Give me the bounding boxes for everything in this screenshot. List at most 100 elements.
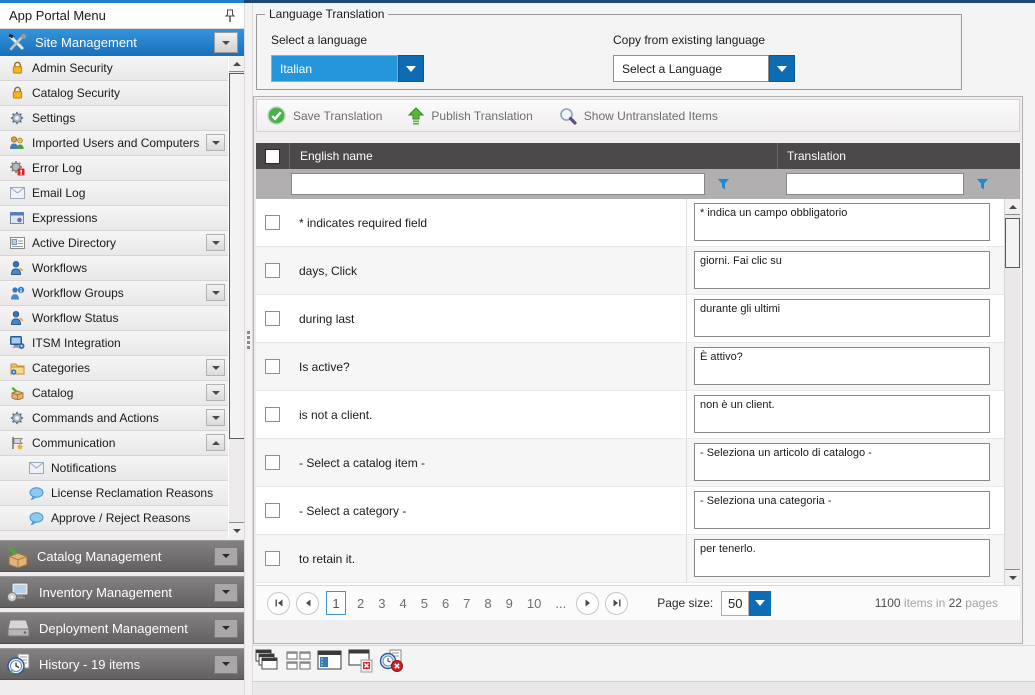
- publish-translation-button[interactable]: Publish Translation: [408, 107, 532, 125]
- save-translation-button[interactable]: Save Translation: [267, 106, 382, 125]
- tile-windows-icon[interactable]: [286, 649, 312, 673]
- last-page-button[interactable]: [605, 592, 628, 615]
- filter-funnel-icon[interactable]: [717, 178, 730, 191]
- chevron-down-icon[interactable]: [206, 409, 225, 426]
- sidebar-item-admin-security[interactable]: Admin Security: [0, 56, 228, 81]
- chevron-down-icon[interactable]: [206, 134, 225, 151]
- scroll-down-icon[interactable]: [1005, 569, 1020, 585]
- sidebar-item-notifications[interactable]: Notifications: [0, 456, 228, 481]
- clear-history-icon[interactable]: [379, 649, 405, 673]
- translation-textarea[interactable]: durante gli ultimi: [694, 299, 990, 337]
- row-checkbox[interactable]: [265, 551, 280, 566]
- show-untranslated-button[interactable]: Show Untranslated Items: [559, 107, 718, 125]
- cascade-windows-icon[interactable]: [255, 649, 281, 673]
- chevron-down-icon[interactable]: [214, 655, 238, 674]
- sidebar-item-workflow-groups[interactable]: Workflow Groups: [0, 281, 228, 306]
- sidebar-item-itsm-integration[interactable]: ITSM Integration: [0, 331, 228, 356]
- page-6[interactable]: 6: [442, 596, 449, 611]
- copy-language-select-value[interactable]: Select a Language: [613, 55, 769, 82]
- chevron-down-icon[interactable]: [206, 284, 225, 301]
- scrollbar-thumb[interactable]: [1005, 218, 1020, 268]
- language-select[interactable]: Italian: [271, 55, 424, 82]
- language-select-value[interactable]: Italian: [271, 55, 398, 82]
- row-checkbox[interactable]: [265, 359, 280, 374]
- row-checkbox[interactable]: [265, 407, 280, 422]
- sidebar-item-error-log[interactable]: Error Log: [0, 156, 228, 181]
- english-filter-input[interactable]: [291, 173, 705, 195]
- chevron-down-icon[interactable]: [749, 591, 771, 616]
- page-size-select[interactable]: 50: [721, 591, 771, 616]
- sidebar-item-communication[interactable]: Communication: [0, 431, 228, 456]
- sidebar-group-catalog-management[interactable]: Catalog Management: [0, 540, 244, 572]
- page-5[interactable]: 5: [421, 596, 428, 611]
- scroll-down-icon[interactable]: [229, 522, 245, 538]
- page-8[interactable]: 8: [484, 596, 491, 611]
- page-1-current[interactable]: 1: [326, 591, 346, 615]
- sidebar-item-catalog[interactable]: Catalog: [0, 381, 228, 406]
- sidebar-item-settings[interactable]: Settings: [0, 106, 228, 131]
- chevron-down-icon[interactable]: [214, 547, 238, 566]
- sidebar-item-imported-users-and-computers[interactable]: Imported Users and Computers: [0, 131, 228, 156]
- sidebar-item-workflows[interactable]: Workflows: [0, 256, 228, 281]
- chevron-down-icon[interactable]: [206, 234, 225, 251]
- scrollbar-thumb[interactable]: [229, 73, 245, 439]
- chevron-down-icon[interactable]: [206, 359, 225, 376]
- translation-textarea[interactable]: non è un client.: [694, 395, 990, 433]
- sidebar-group-history[interactable]: History - 19 items: [0, 648, 244, 680]
- page-2[interactable]: 2: [357, 596, 364, 611]
- chevron-down-icon[interactable]: [206, 384, 225, 401]
- sidebar-group-inventory-management[interactable]: Inventory Management: [0, 576, 244, 608]
- next-page-button[interactable]: [576, 592, 599, 615]
- translation-textarea[interactable]: - Seleziona un articolo di catalogo -: [694, 443, 990, 481]
- select-all-checkbox[interactable]: [265, 149, 280, 164]
- row-checkbox[interactable]: [265, 263, 280, 278]
- row-checkbox[interactable]: [265, 311, 280, 326]
- copy-language-select[interactable]: Select a Language: [613, 55, 795, 82]
- chevron-down-icon[interactable]: [214, 32, 238, 53]
- page-10[interactable]: 10: [527, 596, 541, 611]
- page-7[interactable]: 7: [463, 596, 470, 611]
- chevron-down-icon[interactable]: [398, 55, 424, 82]
- sidebar-item-approve-reject-reasons[interactable]: Approve / Reject Reasons: [0, 506, 228, 531]
- splitter-grip-icon[interactable]: [245, 329, 252, 351]
- pin-icon[interactable]: [225, 9, 235, 23]
- prev-page-button[interactable]: [296, 592, 319, 615]
- grid-scrollbar[interactable]: [1004, 199, 1020, 585]
- translation-textarea[interactable]: - Seleziona una categoria -: [694, 491, 990, 529]
- chevron-down-icon[interactable]: [214, 619, 238, 638]
- sidebar-item-expressions[interactable]: Expressions: [0, 206, 228, 231]
- sidebar-item-active-directory[interactable]: Active Directory: [0, 231, 228, 256]
- row-checkbox[interactable]: [265, 215, 280, 230]
- chevron-down-icon[interactable]: [769, 55, 795, 82]
- translation-textarea[interactable]: * indica un campo obbligatorio: [694, 203, 990, 241]
- chevron-up-icon[interactable]: [206, 434, 225, 451]
- translation-textarea[interactable]: È attivo?: [694, 347, 990, 385]
- sidebar-splitter[interactable]: [244, 3, 253, 695]
- sidebar-item-categories[interactable]: Categories: [0, 356, 228, 381]
- column-header-translation[interactable]: Translation: [777, 143, 1020, 169]
- translation-textarea[interactable]: giorni. Fai clic su: [694, 251, 990, 289]
- sidebar-group-deployment-management[interactable]: Deployment Management: [0, 612, 244, 644]
- page-size-value[interactable]: 50: [721, 591, 749, 616]
- sidebar-item-catalog-security[interactable]: Catalog Security: [0, 81, 228, 106]
- page-3[interactable]: 3: [378, 596, 385, 611]
- scroll-up-icon[interactable]: [1005, 199, 1020, 215]
- filter-funnel-icon[interactable]: [976, 178, 989, 191]
- chevron-down-icon[interactable]: [214, 583, 238, 602]
- first-page-button[interactable]: [267, 592, 290, 615]
- sidebar-item-workflow-status[interactable]: Workflow Status: [0, 306, 228, 331]
- row-checkbox[interactable]: [265, 503, 280, 518]
- window-panel-icon[interactable]: [317, 649, 343, 673]
- scroll-up-icon[interactable]: [229, 56, 245, 72]
- sidebar-item-license-reclamation-reasons[interactable]: License Reclamation Reasons: [0, 481, 228, 506]
- translation-filter-input[interactable]: [786, 173, 964, 195]
- sidebar-scrollbar[interactable]: [228, 56, 245, 538]
- page-9[interactable]: 9: [506, 596, 513, 611]
- sidebar-item-commands-and-actions[interactable]: Commands and Actions: [0, 406, 228, 431]
- close-window-icon[interactable]: [348, 649, 374, 673]
- column-header-english[interactable]: English name: [289, 143, 777, 169]
- translation-textarea[interactable]: per tenerlo.: [694, 539, 990, 577]
- row-checkbox[interactable]: [265, 455, 280, 470]
- sidebar-section-site-management[interactable]: Site Management: [0, 29, 244, 56]
- sidebar-item-email-log[interactable]: Email Log: [0, 181, 228, 206]
